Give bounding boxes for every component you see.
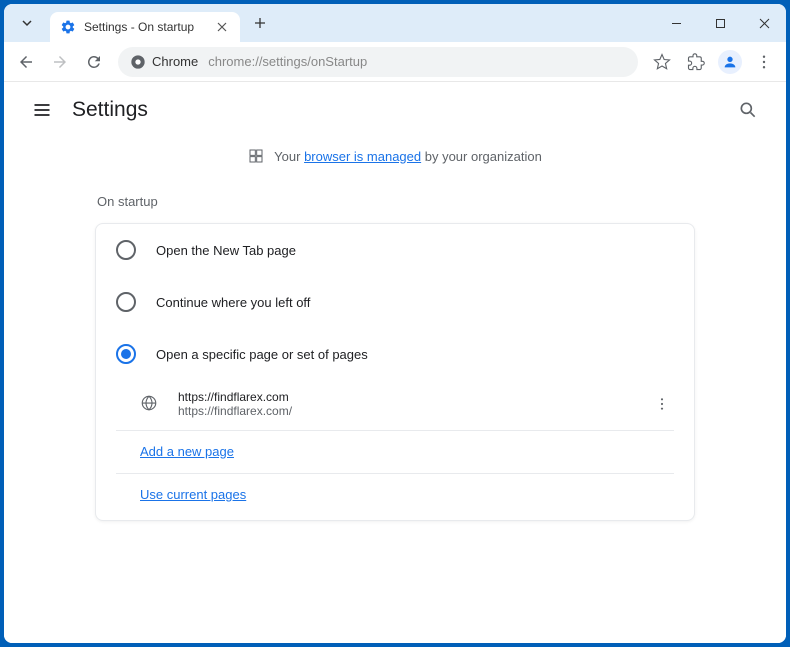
arrow-left-icon <box>17 53 35 71</box>
back-button[interactable] <box>10 46 42 78</box>
managed-notice: Your browser is managed by your organiza… <box>4 138 786 174</box>
reload-icon <box>85 53 103 71</box>
organization-icon <box>248 148 264 164</box>
managed-link[interactable]: browser is managed <box>304 149 421 164</box>
star-icon <box>653 53 671 71</box>
close-icon <box>217 22 227 32</box>
page-url-text: https://findflarex.com/ <box>178 404 650 418</box>
chrome-menu-button[interactable] <box>748 46 780 78</box>
page-content: PCrisk.com Settings Your browser is mana… <box>4 82 786 643</box>
profile-button[interactable] <box>714 46 746 78</box>
use-current-link[interactable]: Use current pages <box>140 487 246 502</box>
settings-gear-icon <box>60 19 76 35</box>
hamburger-icon <box>32 100 52 120</box>
profile-avatar-icon <box>718 50 742 74</box>
search-icon <box>738 100 758 120</box>
globe-icon <box>140 394 160 414</box>
minimize-icon <box>671 18 682 29</box>
window-maximize-button[interactable] <box>698 4 742 42</box>
radio-icon <box>116 292 136 312</box>
window-close-button[interactable] <box>742 4 786 42</box>
startup-page-entry: https://findflarex.com https://findflare… <box>116 380 674 428</box>
managed-text-prefix: Your <box>274 149 304 164</box>
settings-header: Settings <box>4 82 786 138</box>
chevron-down-icon <box>21 17 33 29</box>
close-icon <box>759 18 770 29</box>
new-tab-button[interactable] <box>246 9 274 37</box>
browser-toolbar: Chrome chrome://settings/onStartup <box>4 42 786 82</box>
tab-menu-button[interactable] <box>10 9 44 37</box>
search-button[interactable] <box>730 92 766 128</box>
startup-option-newtab[interactable]: Open the New Tab page <box>96 224 694 276</box>
section-title: On startup <box>97 194 695 209</box>
radio-icon <box>116 344 136 364</box>
dots-vertical-icon <box>654 396 670 412</box>
chrome-logo-icon <box>130 54 146 70</box>
omnibox-url: chrome://settings/onStartup <box>208 54 367 69</box>
divider <box>116 430 674 431</box>
arrow-right-icon <box>51 53 69 71</box>
add-page-link[interactable]: Add a new page <box>140 444 234 459</box>
title-bar: Settings - On startup <box>4 4 786 42</box>
tab-title: Settings - On startup <box>84 20 214 34</box>
site-chip[interactable]: Chrome <box>130 54 198 70</box>
radio-icon <box>116 240 136 260</box>
radio-label: Open the New Tab page <box>156 243 296 258</box>
reload-button[interactable] <box>78 46 110 78</box>
page-title: Settings <box>72 98 730 122</box>
managed-text-suffix: by your organization <box>421 149 542 164</box>
radio-label: Open a specific page or set of pages <box>156 347 368 362</box>
divider <box>116 473 674 474</box>
dots-vertical-icon <box>755 53 773 71</box>
radio-label: Continue where you left off <box>156 295 310 310</box>
startup-card: Open the New Tab page Continue where you… <box>95 223 695 521</box>
extensions-button[interactable] <box>680 46 712 78</box>
window-minimize-button[interactable] <box>654 4 698 42</box>
chrome-label: Chrome <box>152 54 198 69</box>
tab-close-button[interactable] <box>214 19 230 35</box>
startup-option-specific[interactable]: Open a specific page or set of pages <box>96 328 694 380</box>
page-title-text: https://findflarex.com <box>178 390 650 404</box>
page-more-button[interactable] <box>650 396 674 412</box>
bookmark-button[interactable] <box>646 46 678 78</box>
window-controls <box>654 4 786 42</box>
forward-button[interactable] <box>44 46 76 78</box>
startup-option-continue[interactable]: Continue where you left off <box>96 276 694 328</box>
plus-icon <box>254 17 266 29</box>
extensions-icon <box>687 53 705 71</box>
maximize-icon <box>715 18 726 29</box>
omnibox[interactable]: Chrome chrome://settings/onStartup <box>118 47 638 77</box>
browser-tab[interactable]: Settings - On startup <box>50 12 240 42</box>
nav-menu-button[interactable] <box>24 92 60 128</box>
